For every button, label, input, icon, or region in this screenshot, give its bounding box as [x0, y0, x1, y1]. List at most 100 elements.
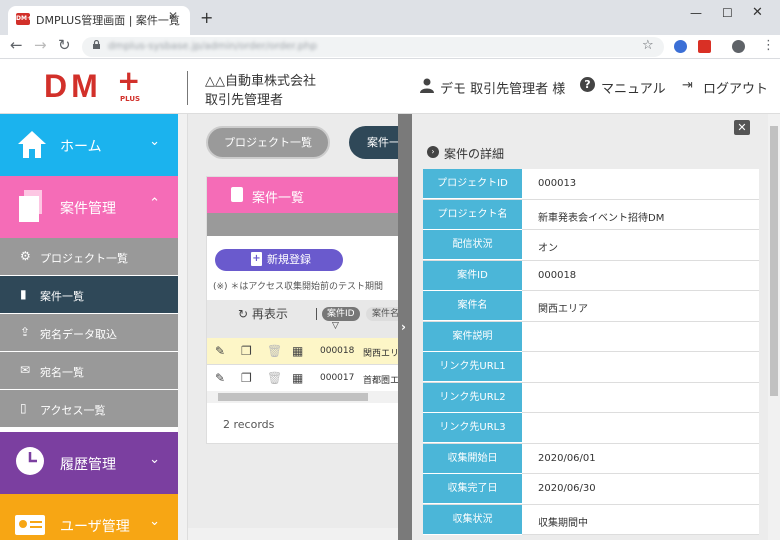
delete-icon[interactable]: 🗑	[267, 371, 282, 385]
detail-value: 関西エリア	[538, 304, 588, 315]
detail-row: 収集状況 収集期間中	[423, 504, 759, 535]
manual-link[interactable]: マニュアル	[601, 78, 666, 97]
detail-label: リンク先URL3	[423, 413, 522, 443]
logo[interactable]: DM	[44, 68, 102, 105]
back-icon[interactable]: ←	[10, 36, 23, 54]
detail-value: 2020/06/01	[538, 452, 596, 464]
qr-code-icon[interactable]: ▦	[292, 371, 303, 385]
sidebar-item-history[interactable]: 履歴管理 ⌄	[0, 432, 178, 494]
detail-label: 配信状況	[423, 230, 522, 260]
sidebar-subitem-case-list[interactable]: ▮ 案件一覧	[0, 276, 178, 314]
envelope-icon: ✉	[20, 363, 31, 377]
note-text: (※) ＊はアクセス収集開始前のテスト期間	[213, 282, 383, 292]
bookmark-star-icon[interactable]: ☆	[642, 38, 654, 53]
detail-row: プロジェクト名 新車発表会イベント招待DM	[423, 199, 759, 230]
detail-row: リンク先URL2	[423, 382, 759, 413]
favicon-icon: DM+	[16, 13, 32, 25]
forward-icon[interactable]: →	[34, 36, 47, 54]
sidebar-subitem-label: アクセス一覧	[40, 404, 106, 417]
sidebar-subitem-address-import[interactable]: ⇪ 宛名データ取込	[0, 314, 178, 352]
card-subheader	[207, 213, 400, 236]
card-title: 案件一覧	[252, 191, 305, 206]
refresh-label: 再表示	[251, 307, 288, 321]
main-scrollbar[interactable]	[178, 114, 188, 540]
detail-table: プロジェクトID 000013 プロジェクト名 新車発表会イベント招待DM 配信状況…	[423, 169, 759, 535]
url-text[interactable]: dmplus-sysbase.jp/admin/order/order.php	[108, 41, 317, 52]
detail-label: 案件名	[423, 291, 522, 321]
edit-icon[interactable]: ✎	[215, 344, 225, 358]
detail-value: 2020/06/30	[538, 483, 596, 494]
sidebar-item-home[interactable]: ホーム ⌄	[0, 114, 178, 176]
table-row[interactable]: ✎ ❐ 🗑 ▦ 000018 関西エリ	[207, 338, 400, 365]
detail-row: 収集完了日 2020/06/30	[423, 474, 759, 505]
new-tab-button[interactable]: +	[200, 8, 213, 27]
menu-kebab-icon[interactable]: ⋮	[762, 38, 775, 53]
chevron-down-icon[interactable]: ⌄	[149, 452, 160, 467]
add-file-icon: +	[251, 252, 262, 266]
detail-label: 収集開始日	[423, 443, 522, 474]
logout-link[interactable]: ログアウト	[703, 78, 768, 97]
detail-title: 案件の詳細	[444, 147, 505, 161]
detail-label: 案件説明	[423, 321, 522, 352]
sort-desc-icon[interactable]: ▽	[332, 321, 339, 331]
detail-value: オン	[538, 243, 558, 254]
tab-title[interactable]: DMPLUS管理画面 | 案件一覧	[36, 12, 180, 28]
project-list-button[interactable]: プロジェクト一覧	[206, 126, 330, 159]
pdf-extension-icon[interactable]	[698, 40, 711, 53]
maximize-icon[interactable]: ☐	[722, 6, 733, 20]
chevron-up-icon[interactable]: ⌃	[149, 196, 160, 211]
role-name: 取引先管理者	[205, 93, 284, 108]
sidebar-item-users[interactable]: ユーザ管理 ⌄	[0, 494, 178, 540]
table-row[interactable]: ✎ ❐ 🗑 ▦ 000017 首都圏エ	[207, 365, 400, 392]
close-icon[interactable]: ✕	[734, 120, 750, 135]
sidebar-subitem-address-list[interactable]: ✉ 宛名一覧	[0, 352, 178, 390]
refresh-button[interactable]: ↻ 再表示	[238, 305, 288, 322]
logout-icon[interactable]: ⇥	[682, 78, 693, 93]
logo-sub: PLUS	[120, 95, 141, 103]
detail-value: 新車発表会イベント招待DM	[538, 212, 665, 224]
delete-icon[interactable]: 🗑	[267, 344, 282, 358]
sidebar-subitem-access-list[interactable]: ▯ アクセス一覧	[0, 390, 178, 428]
window-close-icon[interactable]: ✕	[752, 5, 763, 20]
sidebar-subitem-project-list[interactable]: ⚙ プロジェクト一覧	[0, 238, 178, 276]
column-divider	[316, 308, 317, 320]
reload-icon[interactable]: ↻	[58, 36, 71, 54]
sidebar-subitem-label: 宛名一覧	[40, 366, 84, 379]
sidebar-subitem-label: 案件一覧	[40, 290, 84, 303]
clipboard-icon: ▮	[20, 287, 27, 301]
extension-icon[interactable]	[674, 40, 687, 53]
lock-icon	[93, 40, 100, 49]
house-icon	[18, 131, 46, 158]
mobile-icon: ▯	[20, 401, 27, 415]
detail-label: 案件ID	[423, 260, 522, 291]
id-card-icon	[15, 515, 45, 535]
detail-row: リンク先URL1	[423, 352, 759, 383]
help-icon[interactable]: ?	[580, 77, 595, 92]
documents-icon	[19, 190, 42, 222]
detail-label: 収集完了日	[423, 474, 522, 504]
chevron-circle-icon: ›	[427, 146, 439, 158]
detail-row: リンク先URL3	[423, 413, 759, 444]
copy-icon[interactable]: ❐	[241, 371, 252, 385]
scrollbar-thumb[interactable]	[770, 126, 778, 396]
scrollbar-thumb[interactable]	[218, 393, 368, 401]
detail-row: 案件ID 000018	[423, 260, 759, 291]
new-registration-button[interactable]: 新規登録	[215, 249, 343, 271]
case-name: 首都圏エ	[363, 376, 400, 386]
chevron-down-icon[interactable]: ⌄	[149, 514, 160, 529]
chevron-right-icon[interactable]: ›	[401, 320, 406, 334]
copy-icon[interactable]: ❐	[241, 344, 252, 358]
sidebar-item-case-management[interactable]: 案件管理 ⌃	[0, 176, 178, 238]
tab-close-icon[interactable]: ✕	[168, 9, 178, 23]
profile-icon[interactable]	[732, 40, 745, 53]
detail-row: 案件名 関西エリア	[423, 291, 759, 322]
edit-icon[interactable]: ✎	[215, 371, 225, 385]
clipboard-icon	[231, 187, 243, 202]
bottom-scrollbar[interactable]	[188, 528, 400, 540]
detail-value: 000013	[538, 178, 577, 189]
chevron-down-icon[interactable]: ⌄	[149, 134, 160, 149]
minimize-icon[interactable]: —	[690, 6, 702, 20]
column-header-case-id[interactable]: 案件ID	[322, 307, 360, 321]
case-id: 000018	[320, 346, 355, 356]
qr-code-icon[interactable]: ▦	[292, 344, 303, 358]
